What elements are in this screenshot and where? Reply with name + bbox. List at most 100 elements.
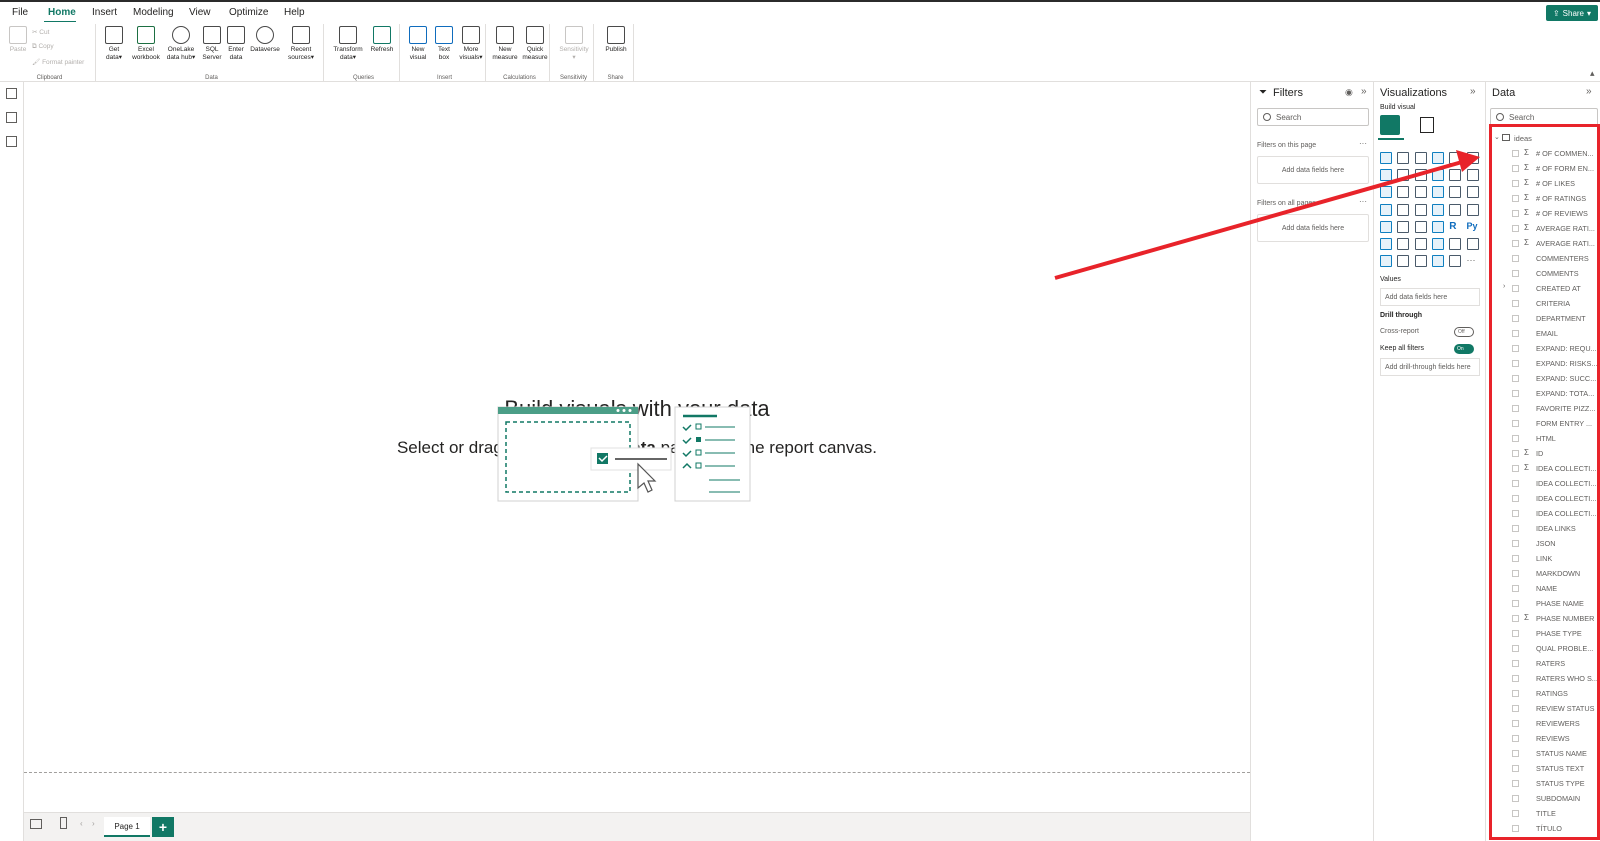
enter-data-button[interactable]: Enter data	[222, 26, 250, 62]
more-visuals-button[interactable]: More visuals▾	[456, 26, 486, 62]
visual-type-icon[interactable]	[1431, 169, 1444, 182]
visual-type-icon[interactable]	[1466, 152, 1479, 164]
visual-type-icon[interactable]	[1414, 203, 1427, 216]
sensitivity-button[interactable]: Sensitivity ▾	[556, 26, 592, 62]
model-view-icon[interactable]	[6, 136, 17, 147]
collapse-ribbon-icon[interactable]: ▴	[1590, 68, 1595, 79]
share-button[interactable]: ⇪ Share ▾	[1546, 5, 1598, 21]
more-visuals-icon[interactable]: ···	[1466, 255, 1479, 268]
paste-button[interactable]: Paste	[4, 26, 32, 54]
visual-type-icon[interactable]	[1380, 169, 1392, 182]
chevron-right-icon[interactable]: ›	[92, 819, 95, 828]
menu-modeling[interactable]: Modeling	[133, 7, 174, 18]
visual-type-icon[interactable]	[1380, 203, 1392, 216]
visual-type-icon[interactable]	[1449, 203, 1462, 216]
mobile-layout-icon[interactable]	[60, 817, 67, 829]
visual-type-icon[interactable]	[1466, 238, 1479, 250]
more-options-icon[interactable]: ···	[1359, 197, 1367, 206]
dataverse-button[interactable]: Dataverse	[248, 26, 282, 54]
menu-insert[interactable]: Insert	[92, 7, 117, 18]
visual-type-icon[interactable]	[1397, 152, 1410, 164]
new-measure-button[interactable]: New measure	[490, 26, 520, 62]
visual-type-icon[interactable]	[1466, 169, 1479, 182]
filters-search-input[interactable]: Search	[1257, 108, 1369, 126]
refresh-button[interactable]: Refresh	[366, 26, 398, 54]
chevron-left-icon[interactable]: ‹	[80, 819, 83, 828]
python-visual-icon[interactable]: Py	[1466, 220, 1479, 233]
visual-type-icon[interactable]	[1449, 238, 1462, 250]
copy-button[interactable]: ⧉ Copy	[32, 43, 54, 51]
get-data-button[interactable]: Get data▾	[100, 26, 128, 62]
build-visual-tab-icon[interactable]	[1380, 115, 1400, 135]
visual-type-icon[interactable]	[1449, 255, 1462, 268]
desktop-layout-icon[interactable]	[30, 819, 42, 829]
page-tab-page-1[interactable]: Page 1	[104, 817, 150, 837]
collapse-filters-icon[interactable]: »	[1361, 86, 1367, 97]
menu-help[interactable]: Help	[284, 7, 305, 18]
visual-type-icon[interactable]	[1466, 186, 1479, 199]
visual-type-icon[interactable]	[1380, 220, 1392, 233]
quick-measure-button[interactable]: Quick measure	[520, 26, 550, 62]
excel-workbook-button[interactable]: Excel workbook	[130, 26, 162, 62]
visual-type-icon[interactable]	[1449, 186, 1462, 199]
report-view-icon[interactable]	[6, 88, 17, 99]
publish-button[interactable]: Publish	[602, 26, 630, 54]
report-canvas[interactable]: Build visuals with your data Select or d…	[24, 82, 1250, 772]
more-options-icon[interactable]: ···	[1359, 139, 1367, 148]
new-visual-button[interactable]: New visual	[404, 26, 432, 62]
visual-type-icon[interactable]	[1380, 152, 1392, 164]
menu-view[interactable]: View	[189, 7, 211, 18]
visual-type-icon[interactable]	[1431, 203, 1444, 216]
visual-type-icon[interactable]	[1431, 152, 1444, 164]
visual-type-icon[interactable]	[1431, 255, 1444, 268]
collapse-visualizations-icon[interactable]: »	[1470, 86, 1476, 97]
eye-icon[interactable]: ◉	[1345, 87, 1353, 98]
cross-report-toggle[interactable]: Off	[1454, 327, 1474, 337]
visual-type-icon[interactable]	[1380, 186, 1392, 199]
collapse-data-icon[interactable]: »	[1586, 86, 1592, 97]
visual-type-icon[interactable]	[1449, 152, 1462, 164]
visual-type-icon[interactable]	[1414, 255, 1427, 268]
filters-on-all-well[interactable]: Add data fields here	[1257, 214, 1369, 242]
table-view-icon[interactable]	[6, 112, 17, 123]
visual-type-icon[interactable]	[1414, 169, 1427, 182]
visual-type-icon[interactable]	[1431, 238, 1444, 250]
filters-on-page-well[interactable]: Add data fields here	[1257, 156, 1369, 184]
menu-optimize[interactable]: Optimize	[229, 7, 268, 18]
drill-through-well[interactable]: Add drill-through fields here	[1380, 358, 1480, 376]
visual-type-icon[interactable]	[1380, 255, 1392, 268]
menu-home[interactable]: Home	[48, 7, 76, 18]
visual-type-icon[interactable]	[1397, 169, 1410, 182]
visual-type-icon[interactable]	[1397, 255, 1410, 268]
visual-type-icon[interactable]	[1414, 186, 1427, 199]
text-box-button[interactable]: Text box	[430, 26, 458, 62]
refresh-icon	[373, 26, 391, 44]
format-painter-button[interactable]: 🖌 Format painter	[32, 58, 84, 66]
add-page-button[interactable]: +	[152, 817, 174, 837]
onelake-data-hub-button[interactable]: OneLake data hub▾	[164, 26, 198, 62]
filters-pane: ⏷ Filters ◉ » Search Filters on this pag…	[1250, 82, 1374, 841]
visual-type-icon[interactable]	[1414, 238, 1427, 250]
visual-type-icon[interactable]	[1397, 238, 1410, 250]
visual-type-icon[interactable]	[1431, 220, 1444, 233]
visual-type-icon[interactable]	[1414, 220, 1427, 233]
recent-sources-button[interactable]: Recent sources▾	[284, 26, 318, 62]
filter-icon: ⏷	[1259, 87, 1267, 98]
values-well[interactable]: Add data fields here	[1380, 288, 1480, 306]
format-visual-tab-icon[interactable]	[1420, 117, 1434, 133]
calculator-icon	[496, 26, 514, 44]
menu-file[interactable]: File	[12, 7, 28, 18]
keep-all-filters-toggle[interactable]: On	[1454, 344, 1474, 354]
visual-type-icon[interactable]	[1466, 203, 1479, 216]
visual-type-icon[interactable]	[1431, 186, 1444, 199]
r-script-visual-icon[interactable]: R	[1449, 220, 1462, 233]
visualizations-pane: Visualizations » Build visual R Py ··· Val…	[1374, 82, 1486, 841]
visual-type-icon[interactable]	[1414, 152, 1427, 164]
cut-button[interactable]: ✂ Cut	[32, 28, 49, 36]
transform-data-button[interactable]: Transform data▾	[330, 26, 366, 62]
visual-type-icon[interactable]	[1449, 169, 1462, 182]
visual-type-icon[interactable]	[1397, 186, 1410, 199]
visual-type-icon[interactable]	[1397, 203, 1410, 216]
visual-type-icon[interactable]	[1397, 220, 1410, 233]
visual-type-icon[interactable]	[1380, 238, 1392, 250]
